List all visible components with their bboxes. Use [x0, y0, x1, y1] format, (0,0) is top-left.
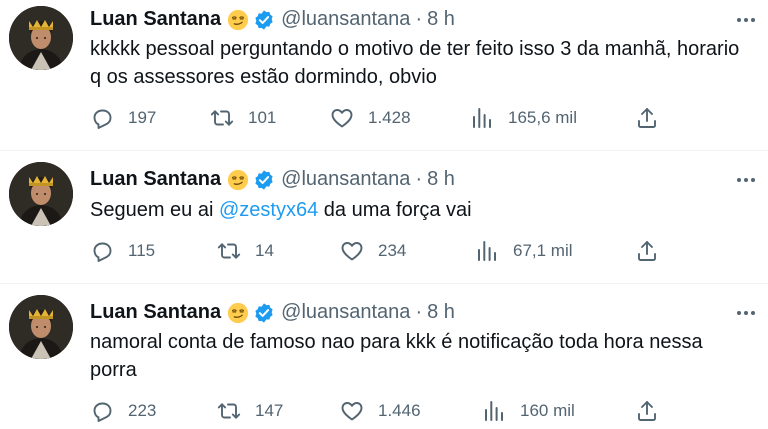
retweet-icon: [217, 399, 241, 423]
retweet-button[interactable]: 147: [217, 399, 283, 423]
like-count: 234: [378, 241, 407, 260]
share-button[interactable]: [635, 399, 659, 423]
separator-dot: ·: [415, 8, 423, 30]
retweet-button[interactable]: 101: [210, 106, 276, 130]
reply-count: 197: [128, 108, 157, 127]
views-count: 165,6 mil: [508, 108, 577, 127]
views-button[interactable]: 160 mil: [482, 399, 575, 423]
reply-icon: [90, 399, 114, 423]
views-count: 160 mil: [520, 401, 575, 420]
like-count: 1.446: [378, 401, 421, 420]
action-bar: 197 101 1.428 165,6 mil: [90, 106, 670, 130]
more-icon[interactable]: [734, 301, 758, 325]
reply-button[interactable]: 197: [90, 106, 156, 130]
tweet-header: Luan Santana @luansantana · 8 h: [90, 168, 455, 191]
views-button[interactable]: 67,1 mil: [475, 239, 573, 263]
retweet-button[interactable]: 14: [217, 239, 274, 263]
smirk-emoji-icon: [227, 302, 249, 324]
retweet-icon: [210, 106, 234, 130]
display-name[interactable]: Luan Santana: [90, 168, 221, 191]
reply-count: 115: [128, 241, 156, 260]
tweet-1[interactable]: Luan Santana @luansantana · 8 h kkkkk pe…: [0, 0, 768, 150]
reply-count: 223: [128, 401, 157, 420]
like-count: 1.428: [368, 108, 411, 127]
like-button[interactable]: 1.428: [330, 106, 411, 130]
display-name[interactable]: Luan Santana: [90, 8, 221, 31]
share-button[interactable]: [635, 106, 659, 130]
action-bar: 223 147 1.446 160 mil: [90, 399, 670, 423]
share-icon: [635, 106, 659, 130]
like-button[interactable]: 1.446: [340, 399, 421, 423]
retweet-count: 147: [255, 401, 284, 420]
share-button[interactable]: [635, 239, 659, 263]
handle[interactable]: @luansantana: [281, 168, 410, 191]
verified-badge-icon[interactable]: [253, 302, 275, 324]
display-name[interactable]: Luan Santana: [90, 301, 221, 324]
views-icon: [482, 399, 506, 423]
timestamp[interactable]: 8 h: [427, 301, 455, 324]
tweet-text-part: da uma força vai: [318, 199, 472, 221]
handle[interactable]: @luansantana: [281, 8, 410, 31]
avatar[interactable]: [9, 162, 73, 226]
tweet-header: Luan Santana @luansantana · 8 h: [90, 8, 455, 31]
smirk-emoji-icon: [227, 169, 249, 191]
verified-badge-icon[interactable]: [253, 169, 275, 191]
mention-link[interactable]: @zestyx64: [219, 199, 318, 221]
tweet-3[interactable]: Luan Santana @luansantana · 8 h namoral …: [0, 284, 768, 429]
reply-button[interactable]: 115: [90, 239, 155, 263]
separator-dot: ·: [415, 168, 423, 190]
avatar[interactable]: [9, 295, 73, 359]
reply-icon: [90, 106, 114, 130]
reply-icon: [90, 239, 114, 263]
timestamp[interactable]: 8 h: [427, 8, 455, 31]
tweet-text: Seguem eu ai @zestyx64 da uma força vai: [90, 196, 750, 224]
retweet-count: 14: [255, 241, 274, 260]
like-button[interactable]: 234: [340, 239, 406, 263]
tweet-2[interactable]: Luan Santana @luansantana · 8 h Seguem e…: [0, 151, 768, 283]
timestamp[interactable]: 8 h: [427, 168, 455, 191]
more-icon[interactable]: [734, 168, 758, 192]
reply-button[interactable]: 223: [90, 399, 156, 423]
views-icon: [470, 106, 494, 130]
action-bar: 115 14 234 67,1 mil: [90, 239, 670, 263]
separator-dot: ·: [415, 301, 423, 323]
avatar[interactable]: [9, 6, 73, 70]
tweet-header: Luan Santana @luansantana · 8 h: [90, 301, 455, 324]
verified-badge-icon[interactable]: [253, 9, 275, 31]
retweet-icon: [217, 239, 241, 263]
handle[interactable]: @luansantana: [281, 301, 410, 324]
like-icon: [340, 239, 364, 263]
tweet-text: kkkkk pessoal perguntando o motivo de te…: [90, 38, 740, 88]
share-icon: [635, 399, 659, 423]
like-icon: [340, 399, 364, 423]
retweet-count: 101: [248, 108, 277, 127]
views-button[interactable]: 165,6 mil: [470, 106, 577, 130]
more-icon[interactable]: [734, 8, 758, 32]
tweet-text-part: Seguem eu ai: [90, 199, 219, 221]
smirk-emoji-icon: [227, 9, 249, 31]
views-icon: [475, 239, 499, 263]
views-count: 67,1 mil: [513, 241, 573, 260]
share-icon: [635, 239, 659, 263]
tweet-text: namoral conta de famoso nao para kkk é n…: [90, 331, 703, 381]
like-icon: [330, 106, 354, 130]
